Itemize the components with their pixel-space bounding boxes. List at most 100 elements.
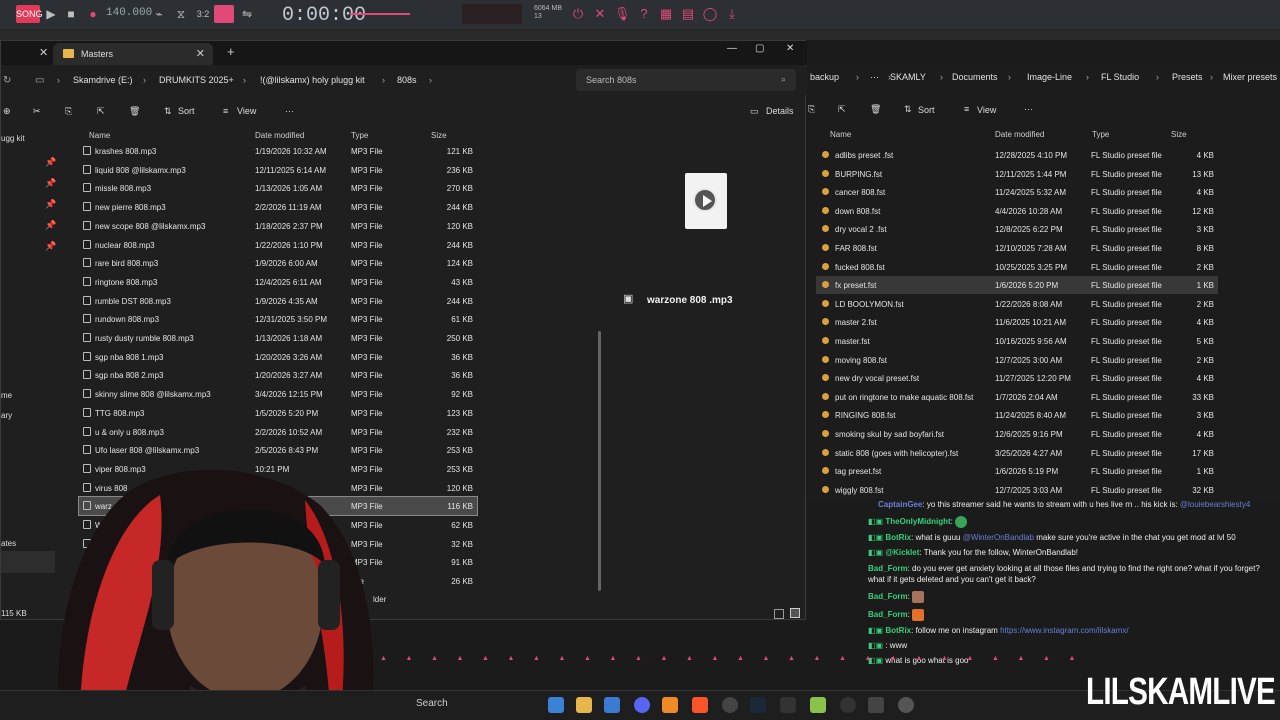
view-icon[interactable]: ≡ bbox=[223, 106, 228, 116]
minimize-icon[interactable]: — bbox=[727, 43, 737, 54]
chat-icon[interactable]: ◯ bbox=[702, 6, 718, 22]
column-header-date[interactable]: Date modified bbox=[255, 131, 304, 140]
sort-icon[interactable]: ⇅ bbox=[164, 106, 172, 117]
close-tab-icon[interactable]: ✕ bbox=[196, 43, 205, 65]
metronome-icon[interactable]: ⌁ bbox=[150, 5, 168, 23]
refresh-icon[interactable]: ↻ bbox=[3, 75, 11, 86]
store-icon[interactable] bbox=[604, 697, 620, 713]
time-display[interactable]: 0:00:00 bbox=[282, 4, 366, 27]
breadcrumb-item[interactable]: Documents bbox=[952, 72, 998, 82]
record-icon[interactable]: ● bbox=[84, 5, 102, 23]
breadcrumb-item[interactable]: FL Studio bbox=[1101, 72, 1139, 82]
delete-icon[interactable]: 🗑 bbox=[870, 104, 881, 115]
file-row[interactable]: ringtone 808.mp3 12/4/2025 6:11 AM MP3 Fil… bbox=[79, 273, 477, 291]
file-row[interactable]: TTG 808.mp3 1/5/2026 5:20 PM MP3 File 123 K… bbox=[79, 404, 477, 422]
preset-row[interactable]: RINGING 808.fst 11/24/2025 8:40 AM FL Stud… bbox=[816, 406, 1218, 424]
breadcrumb-item[interactable]: backup bbox=[810, 72, 839, 82]
preset-row[interactable]: cancer 808.fst 11/24/2025 5:32 AM FL Studi… bbox=[816, 183, 1218, 201]
tools-icon[interactable]: ✕ bbox=[592, 6, 608, 22]
column-header-size[interactable]: Size bbox=[431, 131, 447, 140]
preset-row[interactable]: dry vocal 2 .fst 12/8/2025 6:22 PM FL Stud… bbox=[816, 220, 1218, 238]
search-input[interactable]: Search 808s bbox=[576, 69, 796, 91]
power-icon[interactable]: ⏻ bbox=[570, 6, 586, 22]
breadcrumb-808s[interactable]: 808s bbox=[397, 75, 417, 85]
download-icon[interactable]: ⤓ bbox=[724, 6, 740, 22]
sidebar-item[interactable]: me bbox=[1, 391, 12, 400]
sort-button[interactable]: Sort bbox=[918, 105, 935, 115]
stop-icon[interactable]: ■ bbox=[62, 5, 80, 23]
preset-row[interactable]: fucked 808.fst 10/25/2025 3:25 PM FL Studi… bbox=[816, 258, 1218, 276]
preset-row[interactable]: smoking skul by sad boyfari.fst 12/6/2025… bbox=[816, 425, 1218, 443]
preset-row[interactable]: new dry vocal preset.fst 11/27/2025 12:20… bbox=[816, 369, 1218, 387]
new-icon[interactable]: ⊕ bbox=[3, 106, 11, 117]
close-icon[interactable]: ✕ bbox=[39, 46, 48, 59]
file-explorer-icon[interactable] bbox=[576, 697, 592, 713]
breadcrumb-item[interactable]: Image-Line bbox=[1027, 72, 1072, 82]
sort-icon[interactable]: ⇅ bbox=[904, 104, 912, 115]
play-icon[interactable] bbox=[693, 188, 717, 212]
file-row[interactable]: new pierre 808.mp3 2/2/2026 11:19 AM MP3 F… bbox=[79, 198, 477, 216]
preset-row[interactable]: adlibs preset .fst 12/28/2025 4:10 PM FL S… bbox=[816, 146, 1218, 164]
column-header-size[interactable]: Size bbox=[1171, 130, 1187, 139]
column-header-name[interactable]: Name bbox=[830, 130, 851, 139]
help-icon[interactable]: ? bbox=[636, 6, 652, 22]
steam-icon[interactable] bbox=[750, 697, 766, 713]
preset-row[interactable]: fx preset.fst 1/6/2026 5:20 PM FL Studio p… bbox=[816, 276, 1218, 295]
file-row[interactable]: u & only u 808.mp3 2/2/2026 10:52 AM MP3 F… bbox=[79, 423, 477, 441]
more-options-button[interactable]: ··· bbox=[1024, 104, 1033, 114]
cut-icon[interactable]: ✂ bbox=[33, 106, 41, 117]
sidebar-item[interactable]: ugg kit bbox=[1, 134, 25, 143]
file-row[interactable]: skinny slime 808 @lilskamx.mp3 3/4/2026 1… bbox=[79, 385, 477, 403]
preset-row[interactable]: wiggly 808.fst 12/7/2025 3:03 AM FL Studio… bbox=[816, 481, 1218, 499]
scrollbar[interactable] bbox=[598, 331, 601, 591]
view-icon[interactable]: ≡ bbox=[964, 104, 969, 114]
preset-row[interactable]: moving 808.fst 12/7/2025 3:00 AM FL Studio… bbox=[816, 351, 1218, 369]
tempo-display[interactable]: 140.000 bbox=[106, 7, 152, 19]
share-icon[interactable]: ⇱ bbox=[838, 104, 846, 115]
sidebar-item[interactable]: ary bbox=[1, 411, 12, 420]
column-header-type[interactable]: Type bbox=[1092, 130, 1109, 139]
file-row[interactable]: nuclear 808.mp3 1/22/2026 1:10 PM MP3 File… bbox=[79, 236, 477, 254]
file-row[interactable]: rusty dusty rumble 808.mp3 1/13/2026 1:18… bbox=[79, 329, 477, 347]
file-row[interactable]: sgp nba 808 2.mp3 1/20/2026 3:27 AM MP3 Fi… bbox=[79, 366, 477, 384]
song-mode-button[interactable]: SONG bbox=[16, 5, 43, 23]
file-row[interactable]: rumble DST 808.mp3 1/9/2026 4:35 AM MP3 Fi… bbox=[79, 292, 477, 310]
breadcrumb-drumkits[interactable]: DRUMKITS 2025+ bbox=[159, 75, 234, 85]
app-icon[interactable] bbox=[780, 697, 796, 713]
new-tab-icon[interactable]: + bbox=[227, 44, 235, 59]
file-row[interactable]: rare bird 808.mp3 1/9/2026 6:00 AM MP3 Fil… bbox=[79, 254, 477, 272]
preset-row[interactable]: master 2.fst 11/6/2025 10:21 AM FL Studio … bbox=[816, 313, 1218, 331]
column-header-type[interactable]: Type bbox=[351, 131, 368, 140]
breadcrumb-item[interactable]: Presets bbox=[1172, 72, 1203, 82]
preset-row[interactable]: FAR 808.fst 12/10/2025 7:28 AM FL Studio p… bbox=[816, 239, 1218, 257]
maximize-icon[interactable]: ▢ bbox=[755, 43, 764, 54]
column-header-date[interactable]: Date modified bbox=[995, 130, 1044, 139]
file-row[interactable]: rundown 808.mp3 12/31/2025 3:50 PM MP3 Fil… bbox=[79, 310, 477, 328]
copy-icon[interactable]: ⎘ bbox=[65, 106, 72, 117]
play-icon[interactable]: ▶ bbox=[42, 5, 60, 23]
monitor-icon[interactable]: ▭ bbox=[35, 75, 44, 86]
obs-icon[interactable] bbox=[722, 697, 738, 713]
sort-button[interactable]: Sort bbox=[178, 106, 195, 116]
preset-row[interactable]: master.fst 10/16/2025 9:56 AM FL Studio pr… bbox=[816, 332, 1218, 350]
channel-rack-icon[interactable]: ▤ bbox=[680, 6, 696, 22]
discord-icon[interactable] bbox=[634, 697, 650, 713]
share-icon[interactable]: ⇱ bbox=[97, 106, 105, 117]
tiles-view-icon[interactable] bbox=[790, 608, 800, 618]
taskbar-search[interactable]: Search bbox=[416, 698, 448, 709]
master-pitch-slider[interactable] bbox=[350, 13, 410, 15]
column-header-name[interactable]: Name bbox=[89, 131, 110, 140]
breadcrumb-item[interactable]: SKAMLY bbox=[890, 72, 926, 82]
terminal-icon[interactable] bbox=[868, 697, 884, 713]
microphone-icon[interactable]: 🎙 bbox=[614, 6, 631, 22]
file-row[interactable]: new scope 808 @lilskamx.mp3 1/18/2026 2:3… bbox=[79, 217, 477, 235]
media-file-thumbnail[interactable] bbox=[685, 173, 727, 229]
delete-icon[interactable]: 🗑 bbox=[129, 106, 140, 117]
rename-icon[interactable]: ⎘ bbox=[808, 104, 815, 115]
fl-studio-icon[interactable] bbox=[662, 697, 678, 713]
blend-icon[interactable]: ⇋ bbox=[238, 5, 256, 23]
brave-icon[interactable] bbox=[692, 697, 708, 713]
breadcrumb-drive[interactable]: Skamdrive (E:) bbox=[73, 75, 133, 85]
loop-record-button[interactable] bbox=[214, 5, 234, 23]
preset-row[interactable]: down 808.fst 4/4/2026 10:28 AM FL Studio p… bbox=[816, 202, 1218, 220]
